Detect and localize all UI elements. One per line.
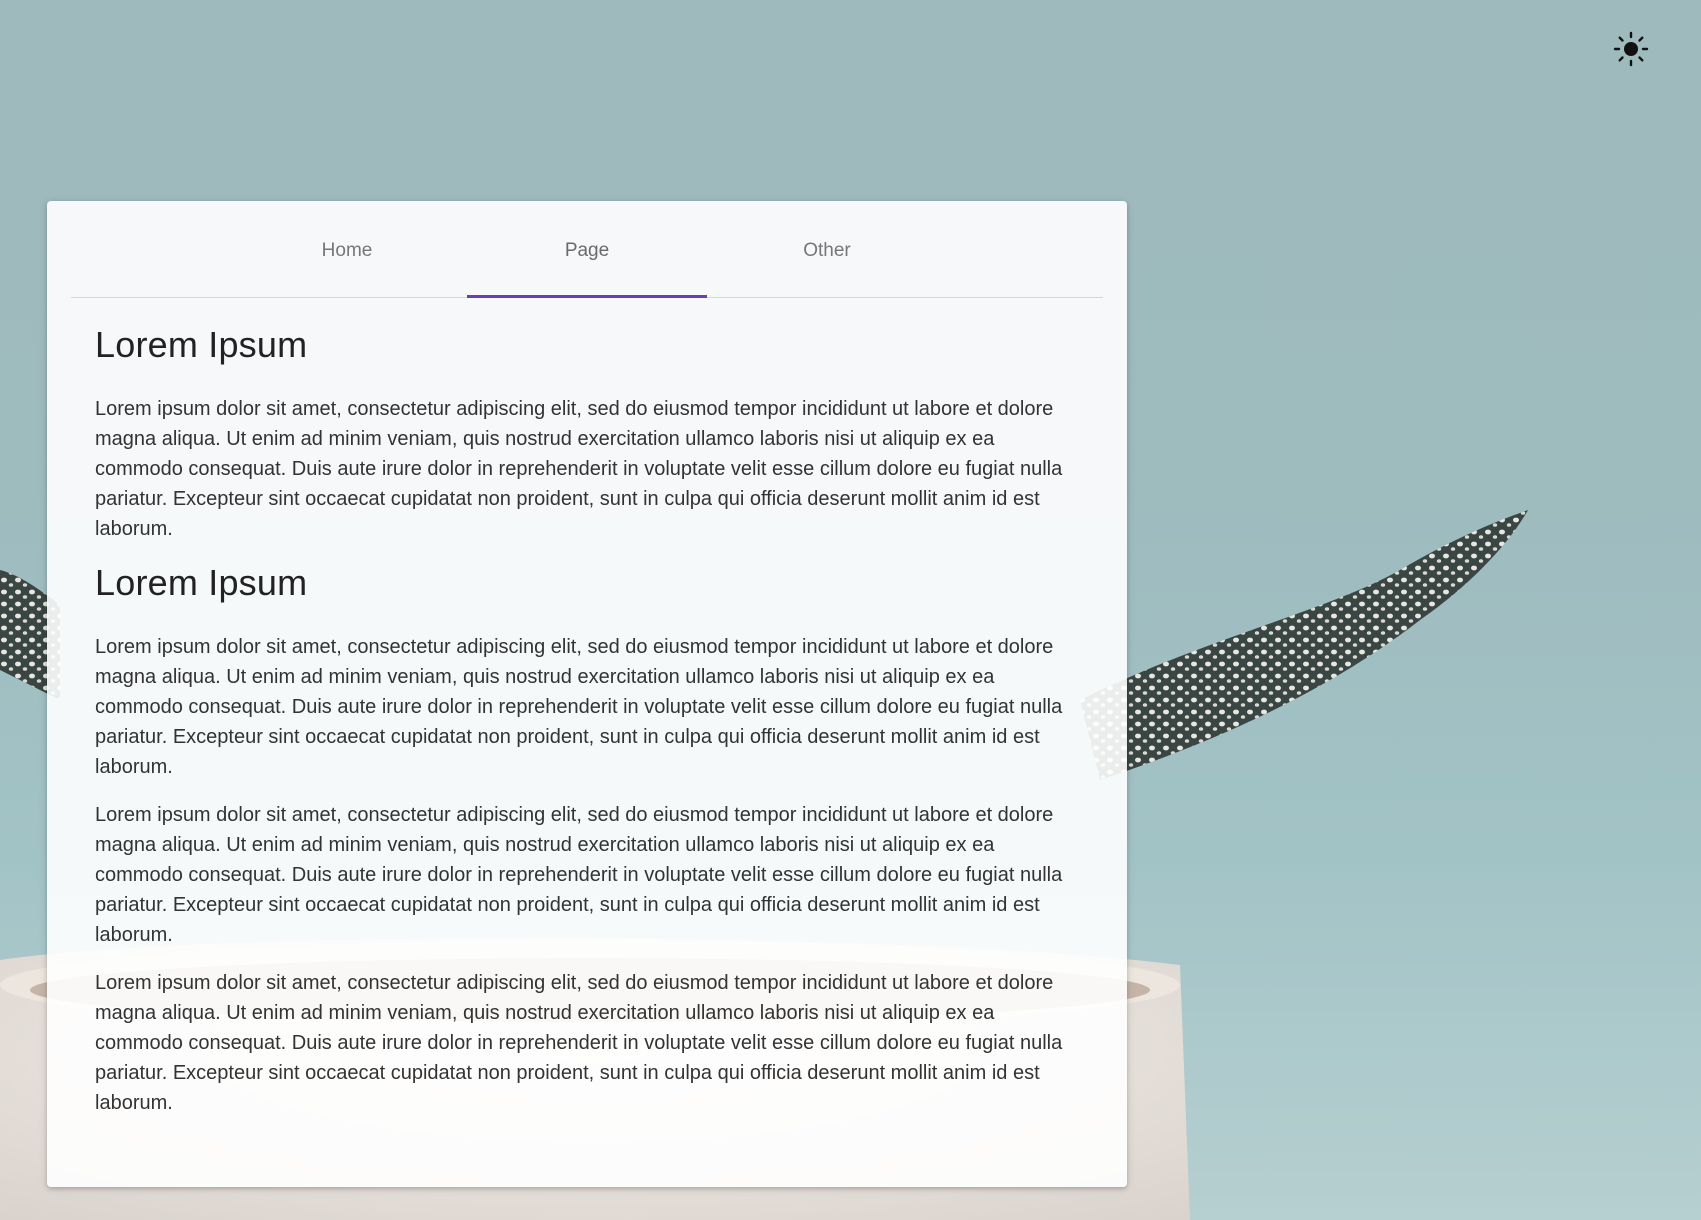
theme-toggle-button[interactable] [1612,30,1650,68]
section-paragraph: Lorem ipsum dolor sit amet, consectetur … [95,398,1063,540]
section-heading: Lorem Ipsum [95,562,308,603]
content-section: Lorem Ipsum Lorem ipsum dolor sit amet, … [95,324,1079,544]
section-paragraph: Lorem ipsum dolor sit amet, consectetur … [95,804,1063,946]
content-card: Home Page Other Lorem Ipsum Lorem ipsum … [47,201,1127,1187]
tab-other[interactable]: Other [707,201,947,297]
tab-home[interactable]: Home [227,201,467,297]
sun-icon [1613,31,1649,67]
tab-bar: Home Page Other [71,201,1103,298]
page-content: Lorem Ipsum Lorem ipsum dolor sit amet, … [47,298,1127,1118]
tab-page[interactable]: Page [467,201,707,298]
section-paragraph: Lorem ipsum dolor sit amet, consectetur … [95,636,1063,778]
section-paragraph: Lorem ipsum dolor sit amet, consectetur … [95,972,1063,1114]
content-section: Lorem Ipsum Lorem ipsum dolor sit amet, … [95,562,1079,1118]
section-heading: Lorem Ipsum [95,324,308,365]
